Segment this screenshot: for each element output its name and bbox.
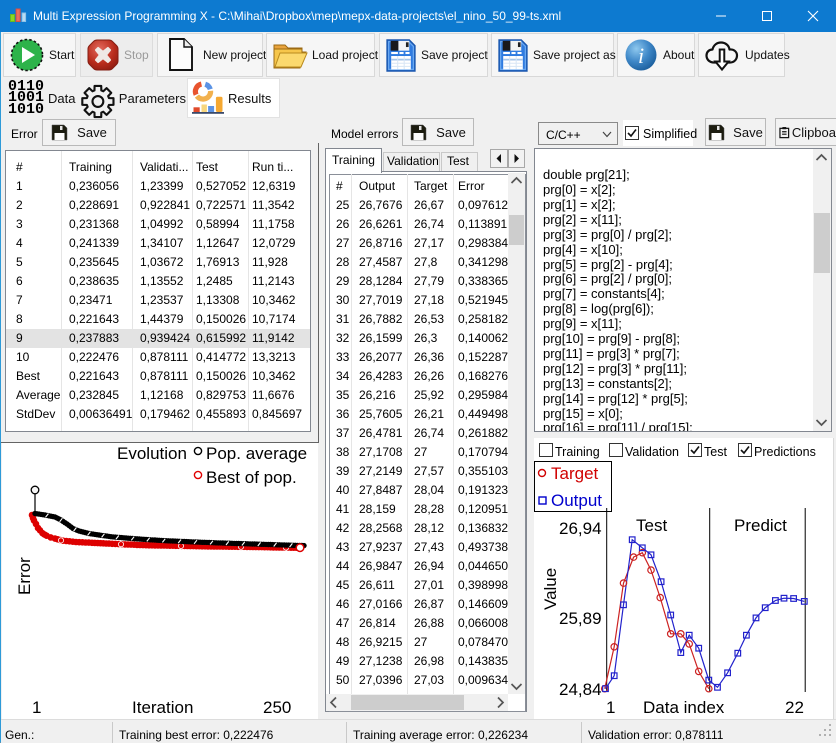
svg-text:i: i bbox=[638, 43, 644, 68]
